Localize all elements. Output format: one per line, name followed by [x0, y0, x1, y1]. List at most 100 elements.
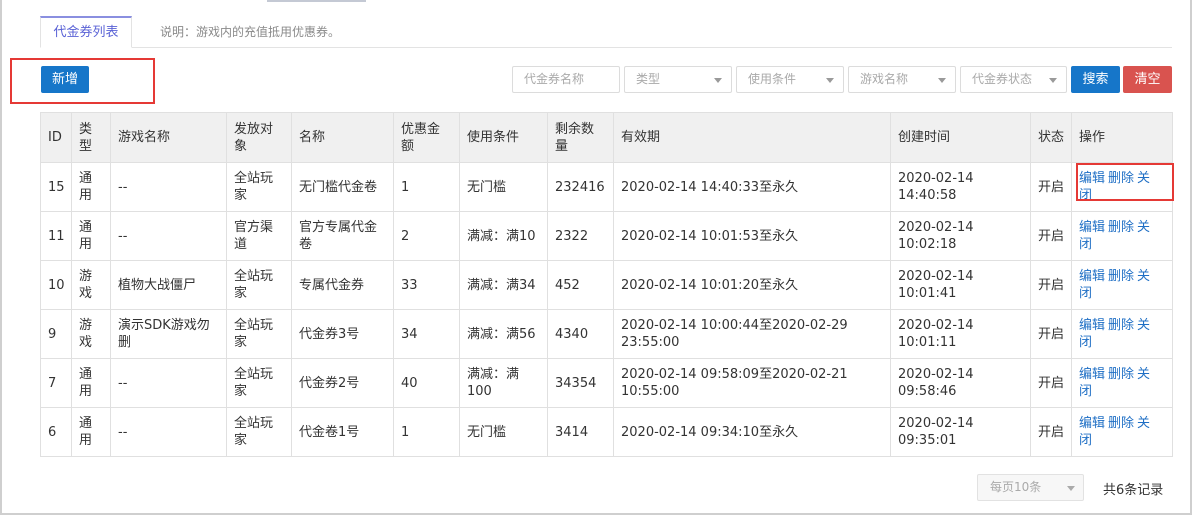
cell-id: 7	[40, 358, 72, 408]
cell-amount: 1	[393, 407, 460, 457]
cell-name: 代金券3号	[291, 309, 394, 359]
page-size-select[interactable]: 每页10条	[977, 474, 1084, 501]
cell-id: 11	[40, 211, 72, 261]
type-select[interactable]: 类型	[624, 66, 732, 93]
tab-voucher-list[interactable]: 代金券列表	[40, 16, 132, 48]
header-created: 创建时间	[890, 112, 1031, 163]
table-row: 7 通用 -- 全站玩家 代金券2号 40 满减：满100 34354 2020…	[40, 358, 1173, 408]
condition-select[interactable]: 使用条件	[736, 66, 844, 93]
cell-actions: 编辑 删除 关闭	[1071, 407, 1173, 457]
cell-target: 全站玩家	[226, 162, 292, 212]
delete-link[interactable]: 删除	[1108, 171, 1134, 186]
header-validity: 有效期	[613, 112, 891, 163]
cell-condition: 满减：满34	[459, 260, 548, 310]
cell-created: 2020-02-14 14:40:58	[890, 162, 1031, 212]
cell-game: 植物大战僵尸	[110, 260, 227, 310]
cell-type: 通用	[71, 358, 111, 408]
cell-type: 通用	[71, 211, 111, 261]
cell-condition: 无门槛	[459, 407, 548, 457]
status-select-label: 代金券状态	[972, 72, 1033, 86]
game-select[interactable]: 游戏名称	[848, 66, 956, 93]
cell-target: 全站玩家	[226, 358, 292, 408]
table-row: 15 通用 -- 全站玩家 无门槛代金卷 1 无门槛 232416 2020-0…	[40, 162, 1173, 212]
cell-id: 6	[40, 407, 72, 457]
cell-actions: 编辑 删除 关闭	[1071, 309, 1173, 359]
cell-type: 通用	[71, 407, 111, 457]
cell-type: 游戏	[71, 260, 111, 310]
edit-link[interactable]: 编辑	[1079, 171, 1105, 186]
cell-amount: 1	[393, 162, 460, 212]
tab-description: 说明：游戏内的充值抵用优惠券。	[160, 25, 341, 39]
delete-link[interactable]: 删除	[1108, 269, 1134, 284]
header-target: 发放对象	[226, 112, 292, 163]
chevron-down-icon	[938, 78, 946, 83]
cell-created: 2020-02-14 10:01:41	[890, 260, 1031, 310]
cell-target: 官方渠道	[226, 211, 292, 261]
cell-remaining: 232416	[547, 162, 614, 212]
cell-type: 游戏	[71, 309, 111, 359]
cell-validity: 2020-02-14 10:01:20至永久	[613, 260, 891, 310]
cell-condition: 无门槛	[459, 162, 548, 212]
cell-validity: 2020-02-14 10:00:44至2020-02-29 23:55:00	[613, 309, 891, 359]
cell-status: 开启	[1030, 309, 1072, 359]
cell-game: 演示SDK游戏勿删	[110, 309, 227, 359]
header-actions: 操作	[1071, 112, 1173, 163]
cell-validity: 2020-02-14 09:58:09至2020-02-21 10:55:00	[613, 358, 891, 408]
status-select[interactable]: 代金券状态	[960, 66, 1067, 93]
cell-created: 2020-02-14 10:02:18	[890, 211, 1031, 261]
cell-name: 代金卷1号	[291, 407, 394, 457]
cell-condition: 满减：满100	[459, 358, 548, 408]
cell-target: 全站玩家	[226, 407, 292, 457]
cell-name: 代金券2号	[291, 358, 394, 408]
table-row: 10 游戏 植物大战僵尸 全站玩家 专属代金券 33 满减：满34 452 20…	[40, 260, 1173, 310]
voucher-table: ID 类型 游戏名称 发放对象 名称 优惠金额 使用条件 剩余数量 有效期 创建…	[40, 112, 1173, 457]
cell-target: 全站玩家	[226, 309, 292, 359]
table-row: 9 游戏 演示SDK游戏勿删 全站玩家 代金券3号 34 满减：满56 4340…	[40, 309, 1173, 359]
top-accent-bar	[267, 0, 366, 2]
cell-remaining: 34354	[547, 358, 614, 408]
cell-remaining: 452	[547, 260, 614, 310]
table-header-row: ID 类型 游戏名称 发放对象 名称 优惠金额 使用条件 剩余数量 有效期 创建…	[40, 112, 1173, 163]
edit-link[interactable]: 编辑	[1079, 269, 1105, 284]
cell-target: 全站玩家	[226, 260, 292, 310]
cell-created: 2020-02-14 10:01:11	[890, 309, 1031, 359]
edit-link[interactable]: 编辑	[1079, 367, 1105, 382]
cell-amount: 33	[393, 260, 460, 310]
header-game: 游戏名称	[110, 112, 227, 163]
cell-amount: 40	[393, 358, 460, 408]
delete-link[interactable]: 删除	[1108, 318, 1134, 333]
header-condition: 使用条件	[459, 112, 548, 163]
voucher-name-input[interactable]: 代金券名称	[512, 66, 620, 93]
cell-game: --	[110, 407, 227, 457]
cell-game: --	[110, 358, 227, 408]
chevron-down-icon	[1049, 78, 1057, 83]
cell-game: --	[110, 211, 227, 261]
cell-remaining: 2322	[547, 211, 614, 261]
cell-name: 无门槛代金卷	[291, 162, 394, 212]
type-select-label: 类型	[636, 72, 661, 86]
cell-id: 15	[40, 162, 72, 212]
delete-link[interactable]: 删除	[1108, 220, 1134, 235]
cell-type: 通用	[71, 162, 111, 212]
cell-amount: 2	[393, 211, 460, 261]
cell-created: 2020-02-14 09:35:01	[890, 407, 1031, 457]
delete-link[interactable]: 删除	[1108, 416, 1134, 431]
chevron-down-icon	[1067, 486, 1075, 491]
search-button[interactable]: 搜索	[1071, 66, 1120, 93]
cell-status: 开启	[1030, 211, 1072, 261]
add-button[interactable]: 新增	[41, 66, 89, 93]
edit-link[interactable]: 编辑	[1079, 220, 1105, 235]
total-records: 共6条记录	[1103, 483, 1164, 498]
cell-status: 开启	[1030, 358, 1072, 408]
edit-link[interactable]: 编辑	[1079, 318, 1105, 333]
clear-button[interactable]: 清空	[1123, 66, 1172, 93]
cell-status: 开启	[1030, 162, 1072, 212]
cell-remaining: 4340	[547, 309, 614, 359]
cell-id: 10	[40, 260, 72, 310]
cell-actions: 编辑 删除 关闭	[1071, 260, 1173, 310]
header-type: 类型	[71, 112, 111, 163]
edit-link[interactable]: 编辑	[1079, 416, 1105, 431]
cell-actions: 编辑 删除 关闭	[1071, 211, 1173, 261]
delete-link[interactable]: 删除	[1108, 367, 1134, 382]
cell-actions: 编辑 删除 关闭	[1071, 358, 1173, 408]
